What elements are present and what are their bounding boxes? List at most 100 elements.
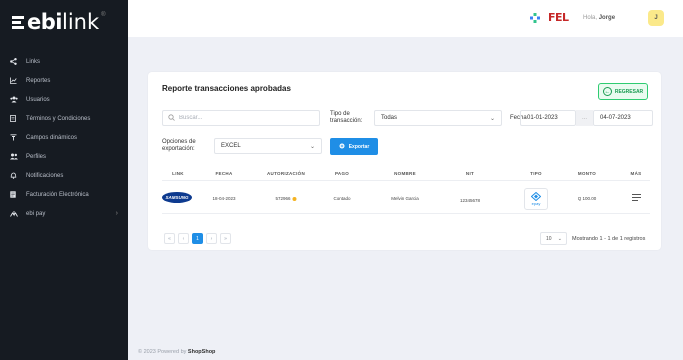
search-input[interactable] [179,115,309,121]
page-size-select[interactable]: 10 ⌄ [540,232,567,245]
sidebar-item-links[interactable]: Links [0,52,128,71]
sidebar-item-reportes[interactable]: Reportes [0,71,128,90]
greeting-prefix: Hola, [583,15,598,21]
user-name: Jorge [598,15,616,21]
records-range-text: Mostrando 1 - 1 de 1 registros [572,236,646,242]
cell-monto: Q 100.00 [577,196,597,201]
export-options-label-line2: exportación: [162,146,195,152]
sidebar-item-label: Términos y Condiciones [26,115,91,122]
search-icon [168,113,175,123]
column-header: TIPO [530,171,542,176]
sidebar-item-terminos[interactable]: Términos y Condiciones [0,109,128,128]
arrow-left-icon: ← [602,87,612,96]
export-options-label: Opciones de exportación: [162,139,196,153]
back-button-label: REGRESAR [614,88,644,95]
samsung-logo[interactable]: SAMSUNG [162,192,192,203]
sidebar-item-label: Notificaciones [26,172,64,179]
sidebar-item-label: Usuarios [26,96,50,103]
pagination: « ‹ 1 › » [164,233,231,244]
transaction-type-label-line2: transacción: [330,118,363,124]
column-header: MÁS [630,171,642,176]
fel-logo-text: FEL [548,11,569,24]
sidebar: ebilink ® Links Reportes Usuarios Térmi [0,0,128,360]
fel-logo[interactable]: FEL [548,11,569,24]
sidebar-item-label: Reportes [26,77,51,84]
cell-nombre: Melvin Garcia [391,196,419,201]
page-1-button[interactable]: 1 [192,233,203,244]
sidebar-item-perfiles[interactable]: Perfiles [0,147,128,166]
sidebar-item-ebi-pay[interactable]: ebi pay › [0,204,128,223]
more-details-icon[interactable] [632,194,641,202]
share-icon [10,58,24,65]
last-page-button[interactable]: » [220,233,231,244]
sidebar-item-label: Campos dinámicos [26,134,78,141]
chevron-down-icon: ⌄ [489,115,495,122]
chevron-down-icon: ⌄ [557,235,562,242]
table-header: LINK FECHA AUTORIZACIÓN PAGO NOMBRE NIT … [162,169,650,181]
table-row[interactable]: SAMSUNG 18-04-2023 572966 Contado Melvin… [162,184,650,214]
date-to-input[interactable]: 04-07-2023 [593,110,653,126]
chevron-right-icon: › [115,210,118,217]
top-bar: FEL Hola, Jorge J [128,0,683,37]
column-header: NOMBRE [394,171,416,176]
column-header: MONTO [577,171,597,176]
export-button[interactable]: Exportar [330,138,378,155]
sidebar-item-campos[interactable]: Campos dinámicos [0,128,128,147]
export-format-select[interactable]: EXCEL ⌄ [214,138,322,154]
chart-icon [10,77,24,84]
footer-brand[interactable]: ShopShop [188,349,216,355]
sidebar-item-label: ebi pay [26,210,46,217]
epay-logo: epay [524,188,548,210]
column-header: PAGO [334,171,350,176]
column-header: FECHA [215,171,233,176]
invoice-icon [10,191,24,198]
profiles-icon [10,153,24,160]
date-separator: ... [576,110,593,126]
cell-pago: Contado [333,196,351,201]
first-page-button[interactable]: « [164,233,175,244]
bell-icon [10,172,24,179]
logo-text-bold: ebi [27,10,62,34]
avatar[interactable]: J [648,10,664,26]
sidebar-nav: Links Reportes Usuarios Términos y Condi… [0,52,128,223]
page-size-value: 10 [546,235,552,242]
footer-prefix: © 2023 Powered by [138,349,187,355]
users-icon [10,96,24,103]
epay-icon [531,192,541,201]
transaction-type-select[interactable]: Todas ⌄ [374,110,502,126]
sidebar-item-label: Facturación Electrónica [26,191,89,198]
sidebar-item-label: Perfiles [26,153,47,160]
sidebar-item-label: Links [26,58,41,65]
export-options-label-line1: Opciones de [162,139,196,145]
search-box[interactable] [162,110,320,126]
prev-page-button[interactable]: ‹ [178,233,189,244]
export-format-value: EXCEL [221,143,241,149]
date-from-input[interactable]: 01-01-2023 [520,110,576,126]
sidebar-item-facturacion[interactable]: Facturación Electrónica [0,185,128,204]
document-icon [10,115,24,122]
back-button[interactable]: ← REGRESAR [598,83,648,100]
logo-text-light: link [61,10,100,34]
chevron-down-icon: ⌄ [309,143,315,150]
export-button-label: Exportar [348,143,370,150]
transaction-type-value: Todas [381,115,398,121]
transaction-type-label: Tipo de transacción: [330,111,362,125]
transaction-type-label-line1: Tipo de [330,111,350,117]
trademark-icon: ® [101,12,106,18]
cell-fecha: 18-04-2023 [212,196,236,201]
column-header: NIT [465,171,475,176]
column-header: AUTORIZACIÓN [266,171,306,176]
authorization-code: 572966 [275,196,291,201]
sidebar-item-notificaciones[interactable]: Notificaciones [0,166,128,185]
apps-grid-icon[interactable] [530,13,540,23]
pay-icon [10,210,24,217]
next-page-button[interactable]: › [206,233,217,244]
sidebar-item-usuarios[interactable]: Usuarios [0,90,128,109]
footer: © 2023 Powered by ShopShop [138,349,215,355]
report-card: Reporte transacciones aprobadas ← REGRES… [148,72,661,250]
warning-dot-icon [292,196,297,201]
page-title: Reporte transacciones aprobadas [162,84,291,93]
brand-logo[interactable]: ebi link ® [0,0,128,44]
user-greeting: Hola, Jorge [583,15,615,21]
cell-nit: 12345678 [459,198,481,203]
